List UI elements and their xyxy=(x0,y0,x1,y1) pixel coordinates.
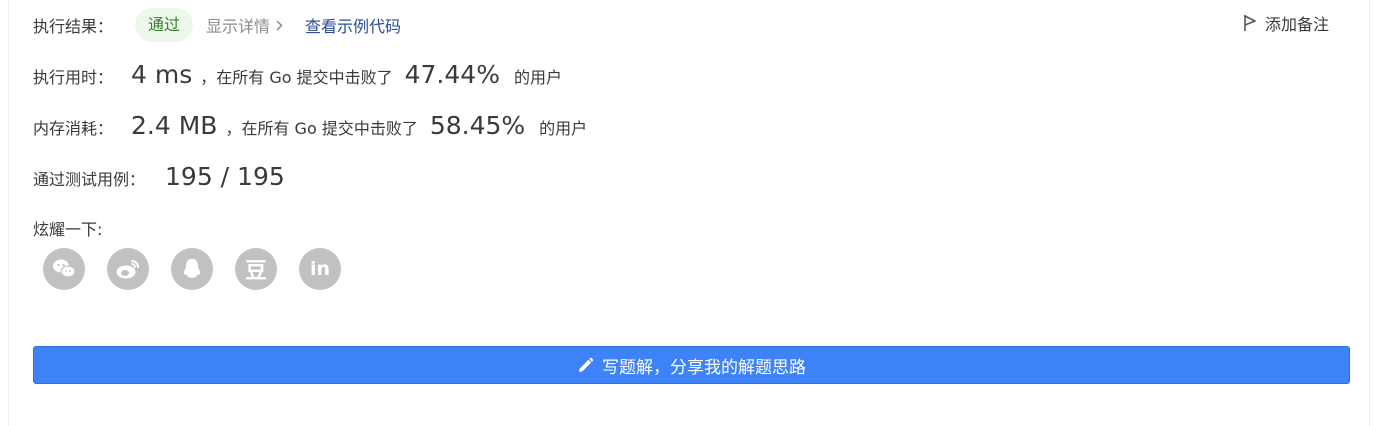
flag-icon xyxy=(1244,15,1256,31)
pencil-icon xyxy=(579,357,594,372)
runtime-label: 执行用时： xyxy=(33,68,114,87)
runtime-value: 4 ms xyxy=(131,60,193,89)
qq-icon[interactable] xyxy=(171,248,213,290)
memory-row: 内存消耗： 2.4 MB ，在所有 Go 提交中击败了 58.45% 的用户 xyxy=(33,111,587,140)
douban-glyph: 豆 xyxy=(244,259,267,284)
view-example-code-link[interactable]: 查看示例代码 xyxy=(305,13,401,37)
linkedin-icon[interactable]: in xyxy=(299,248,341,290)
memory-label: 内存消耗： xyxy=(33,119,114,138)
add-note-label: 添加备注 xyxy=(1264,15,1329,34)
chevron-right-icon xyxy=(276,19,283,31)
memory-percent: 58.45% xyxy=(429,111,526,140)
show-details-label: 显示详情 xyxy=(206,17,271,36)
write-solution-button[interactable]: 写题解，分享我的解题思路 xyxy=(33,346,1350,384)
runtime-suffix: 的用户 xyxy=(513,68,562,87)
douban-icon[interactable]: 豆 xyxy=(235,248,277,290)
submission-result-panel: 执行结果： 通过 显示详情 查看示例代码 添加备注 执行用时： 4 ms ，在所… xyxy=(8,0,1370,426)
share-label: 炫耀一下: xyxy=(33,220,103,239)
share-icons: 豆 in xyxy=(43,248,363,290)
result-label: 执行结果： xyxy=(33,17,114,36)
memory-suffix: 的用户 xyxy=(539,119,588,138)
result-row: 执行结果： 通过 显示详情 查看示例代码 xyxy=(33,8,401,42)
runtime-percent: 47.44% xyxy=(404,60,500,89)
status-badge: 通过 xyxy=(135,8,194,42)
runtime-row: 执行用时： 4 ms ，在所有 Go 提交中击败了 47.44% 的用户 xyxy=(33,60,562,89)
tests-row: 通过测试用例： 195 / 195 xyxy=(33,162,285,191)
memory-value: 2.4 MB xyxy=(131,111,218,140)
wechat-icon[interactable] xyxy=(43,248,85,290)
show-details-link[interactable]: 显示详情 xyxy=(206,13,283,37)
tests-label: 通过测试用例： xyxy=(33,170,146,189)
weibo-icon[interactable] xyxy=(107,248,149,290)
runtime-middle-text: ，在所有 Go 提交中击败了 xyxy=(200,68,393,87)
add-note-button[interactable]: 添加备注 xyxy=(1243,11,1329,35)
linkedin-glyph: in xyxy=(309,258,331,280)
share-row-label: 炫耀一下: xyxy=(33,216,102,240)
tests-value: 195 / 195 xyxy=(165,162,285,191)
memory-middle-text: ，在所有 Go 提交中击败了 xyxy=(225,119,418,138)
write-solution-label: 写题解，分享我的解题思路 xyxy=(602,357,806,378)
